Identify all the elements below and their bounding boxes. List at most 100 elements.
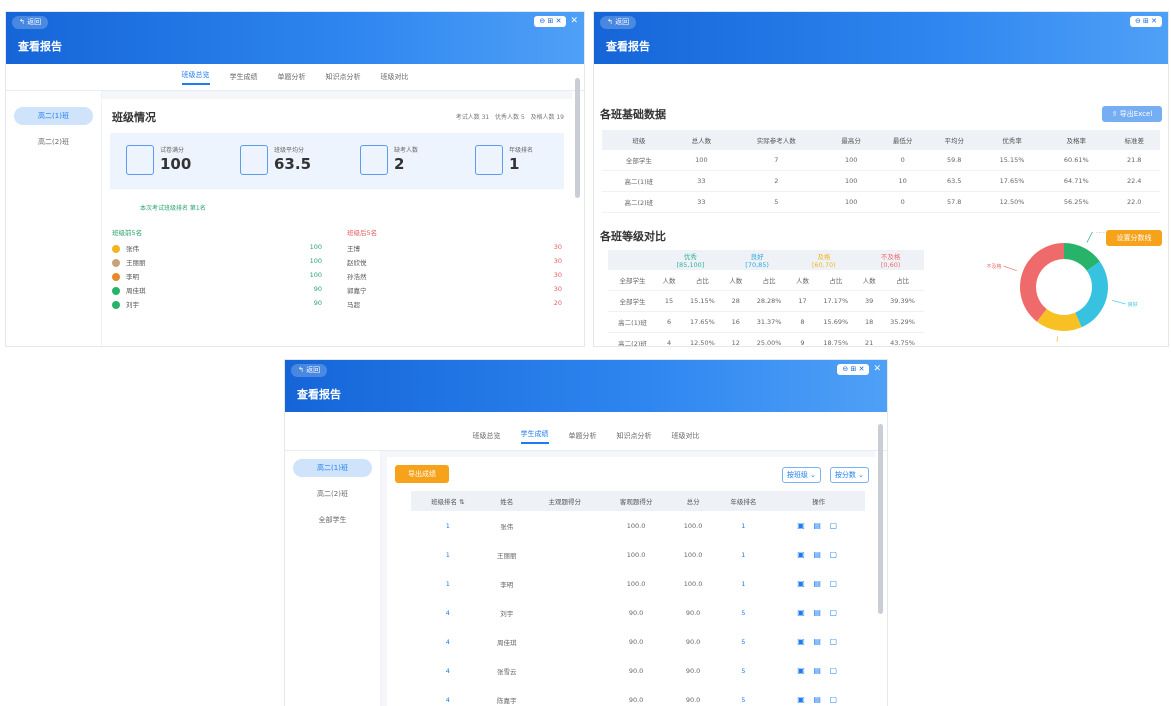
base-data-section: 各班基础数据 ⇪ 导出Excel 班级 总人数 实际参考人数 最高分 最低分 平…	[594, 64, 1168, 213]
sort-by-score-dropdown[interactable]: 按分数 ⌄	[829, 467, 869, 483]
scrollbar[interactable]	[878, 424, 883, 614]
tab-knowledge-analysis[interactable]: 知识点分析	[326, 72, 361, 82]
column-header: 姓名	[484, 491, 529, 511]
table-cell: 全部学生	[608, 290, 658, 312]
back-button[interactable]: ↰ 返回	[291, 364, 328, 377]
sidebar-item-class-1[interactable]: 高二(1)班	[14, 107, 93, 125]
row-actions[interactable]: ▣ ▤ ▢	[772, 540, 865, 569]
stat-average: 班级平均分 63.5	[240, 141, 350, 181]
grade-compare-section: 各班等级对比 设置分数线 优秀 [85,100] 良好 [70,85) 及格 [60,…	[594, 222, 1168, 346]
table-cell: 100.0	[626, 550, 646, 559]
close-icon[interactable]: ✕	[570, 17, 578, 26]
table-cell: 60.61%	[1044, 150, 1109, 171]
grade-range: [85,100]	[676, 261, 705, 269]
stat-label: 班级平均分	[274, 147, 305, 154]
column-header-rank[interactable]: 班级排名 ⇅	[411, 491, 485, 511]
table-cell: 刘宇	[500, 609, 514, 618]
bottom-list: 班级后5名 王博 30 赵欣悦 30 孙浩然 30 郭嘉宁 30 马超 20	[347, 227, 562, 337]
student-name: 李明	[126, 273, 139, 281]
scores-panel: 导出成绩 按班级 ⌄ 按分数 ⌄ 班级排名 ⇅ 姓名 主观题得分 客观题得分 总…	[387, 457, 875, 706]
back-button[interactable]: ↰ 返回	[12, 16, 49, 29]
table-cell: 王丽丽	[497, 551, 517, 560]
panel-title: 班级情况	[112, 111, 156, 124]
student-name: 周佳琪	[126, 287, 146, 295]
grade-name: 优秀	[683, 253, 697, 261]
table-cell: 张雪云	[497, 667, 517, 676]
donut-leader-2	[1056, 336, 1059, 342]
window-control-group[interactable]: ⊖ ⊞ ✕	[837, 364, 870, 375]
table-cell	[529, 511, 600, 540]
row-actions[interactable]: ▣ ▤ ▢	[772, 685, 865, 706]
grade-name: 良好	[750, 253, 764, 261]
window-control-group[interactable]: ⊖ ⊞ ✕	[1129, 16, 1162, 27]
student-score: 100	[309, 257, 322, 265]
tab-knowledge-analysis[interactable]: 知识点分析	[617, 431, 652, 441]
table-cell: 1	[445, 550, 450, 559]
column-header: 主观题得分	[529, 491, 601, 511]
row-actions[interactable]: ▣ ▤ ▢	[772, 598, 865, 627]
tab-student-scores[interactable]: 学生成绩	[520, 429, 549, 444]
table-cell: 22.0	[1108, 191, 1160, 213]
table-cell: 100	[825, 191, 877, 213]
stat-value: 100	[160, 155, 192, 173]
table-cell: 人数	[857, 270, 882, 291]
table-cell: 17.65%	[680, 311, 724, 333]
list-item: 李明 100	[112, 271, 322, 284]
window-controls[interactable]: ⊖ ⊞ ✕	[1129, 16, 1162, 27]
sort-by-class-dropdown[interactable]: 按班级 ⌄	[781, 467, 821, 483]
table-row: 全部学生 15 15.15% 28 28.28% 17 17.17% 39 39.39%	[608, 290, 924, 312]
export-label: 导出Excel	[1119, 110, 1153, 118]
student-name: 马超	[347, 301, 360, 309]
student-score: 30	[553, 285, 562, 293]
sidebar-item-class-1[interactable]: 高二(1)班	[293, 459, 372, 477]
chart-icon	[240, 145, 268, 175]
donut-label-0: 优秀	[1095, 232, 1105, 234]
export-scores-button[interactable]: 导出成绩	[395, 465, 449, 483]
scrollbar[interactable]	[575, 78, 580, 198]
page-title: 查看报告	[297, 388, 341, 401]
table-cell: 100.0	[683, 579, 703, 588]
column-header: 优秀率	[979, 130, 1045, 150]
grade-sub-header-row: 全部学生 人数 占比 人数 占比 人数 占比 人数 占比	[608, 270, 924, 291]
back-label: 返回	[615, 18, 630, 26]
row-actions[interactable]: ▣ ▤ ▢	[772, 569, 865, 598]
table-cell	[529, 598, 600, 627]
table-cell: 90.0	[628, 695, 644, 704]
table-cell: 4	[445, 666, 450, 675]
column-header: 标准差	[1108, 130, 1160, 150]
table-row: 高二(1)班 6 17.65% 16 31.37% 8 15.69% 18 35.29%	[608, 311, 924, 333]
window-controls[interactable]: ⊖ ⊞ ✕ ✕	[534, 16, 578, 27]
table-cell: 4	[445, 637, 450, 646]
back-button[interactable]: ↰ 返回	[600, 16, 637, 29]
export-excel-button[interactable]: ⇪ 导出Excel	[1102, 106, 1162, 122]
tab-class-compare[interactable]: 班级对比	[672, 431, 700, 441]
tab-question-analysis[interactable]: 单题分析	[569, 431, 597, 441]
table-cell: 16	[723, 311, 748, 333]
sidebar-item-class-2[interactable]: 高二(2)班	[293, 485, 372, 503]
close-icon[interactable]: ✕	[873, 365, 881, 374]
tab-class-compare[interactable]: 班级对比	[381, 72, 409, 82]
table-cell: 25.00%	[747, 332, 791, 346]
stat-pass-count: 及格人数 19	[530, 114, 564, 121]
student-score: 100	[309, 271, 322, 279]
row-actions[interactable]: ▣ ▤ ▢	[772, 627, 865, 656]
back-label: 返回	[27, 18, 42, 26]
tab-student-scores[interactable]: 学生成绩	[230, 72, 258, 82]
tab-class-overview[interactable]: 班级总览	[473, 431, 501, 441]
table-cell: 57.8	[928, 191, 980, 213]
column-header: 最高分	[825, 130, 877, 150]
tab-class-overview[interactable]: 班级总览	[181, 70, 210, 85]
row-actions[interactable]: ▣ ▤ ▢	[772, 511, 865, 540]
sidebar-item-class-2[interactable]: 高二(2)班	[14, 133, 93, 151]
table-cell: 64.71%	[1044, 170, 1109, 192]
window-control-group[interactable]: ⊖ ⊞ ✕	[534, 16, 567, 27]
medal-silver-icon	[112, 259, 120, 267]
list-item: 王丽丽 100	[112, 257, 322, 270]
sidebar-item-all-students[interactable]: 全部学生	[293, 511, 372, 529]
table-cell: 90.0	[685, 608, 701, 617]
row-actions[interactable]: ▣ ▤ ▢	[772, 656, 865, 685]
student-name: 刘宇	[126, 301, 139, 309]
tab-question-analysis[interactable]: 单题分析	[278, 72, 306, 82]
bar-chart-icon	[475, 145, 503, 175]
window-controls[interactable]: ⊖ ⊞ ✕ ✕	[837, 364, 881, 375]
